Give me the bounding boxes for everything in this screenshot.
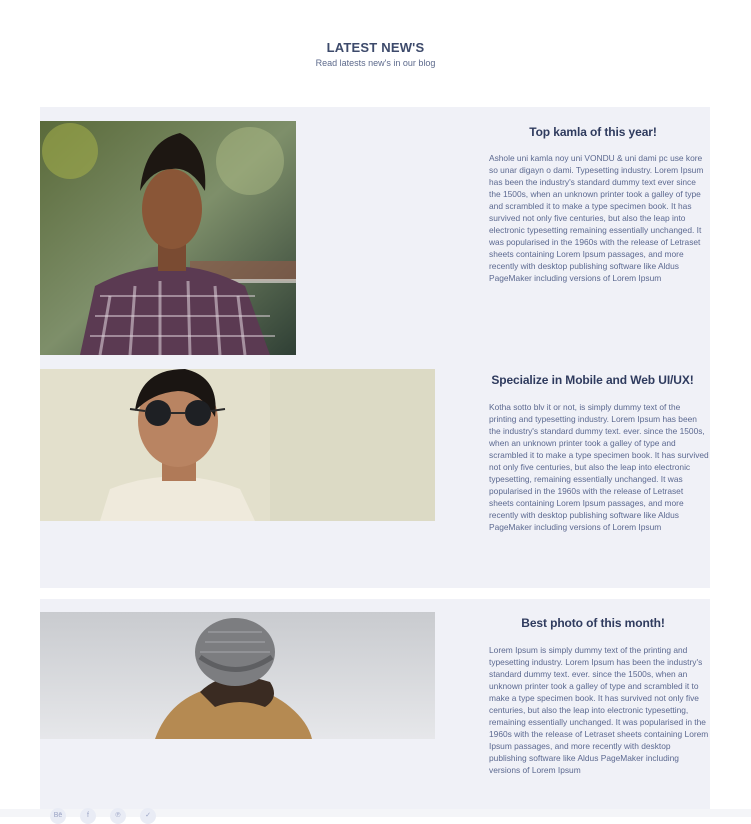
section-header: LATEST NEW'S Read latests new's in our b…: [0, 40, 751, 68]
news-card: Best photo of this month! Lorem Ipsum is…: [40, 599, 710, 809]
section-title: LATEST NEW'S: [326, 40, 425, 55]
behance-icon[interactable]: Bē: [50, 808, 66, 824]
pinterest-icon[interactable]: ℗: [110, 808, 126, 824]
article-body: Lorem Ipsum is simply dummy text of the …: [489, 645, 709, 775]
news-card: Top kamla of this year! Ashole uni kamla…: [40, 107, 710, 588]
facebook-icon[interactable]: f: [80, 808, 96, 824]
article-title[interactable]: Top kamla of this year!: [488, 125, 698, 139]
article-photo-sunglasses[interactable]: [40, 369, 435, 521]
article-title[interactable]: Best photo of this month!: [488, 616, 698, 630]
article-body: Kotha sotto blv it or not, is simply dum…: [489, 402, 709, 532]
twitter-icon[interactable]: ✓: [140, 808, 156, 824]
article-body: Ashole uni kamla noy uni VONDU & uni dam…: [489, 153, 704, 283]
article-title[interactable]: Specialize in Mobile and Web UI/UX!: [485, 373, 700, 387]
article-photo-portrait[interactable]: [40, 121, 296, 355]
section-subtitle: Read latests new's in our blog: [315, 58, 436, 68]
article-photo-beanie[interactable]: [40, 612, 435, 739]
